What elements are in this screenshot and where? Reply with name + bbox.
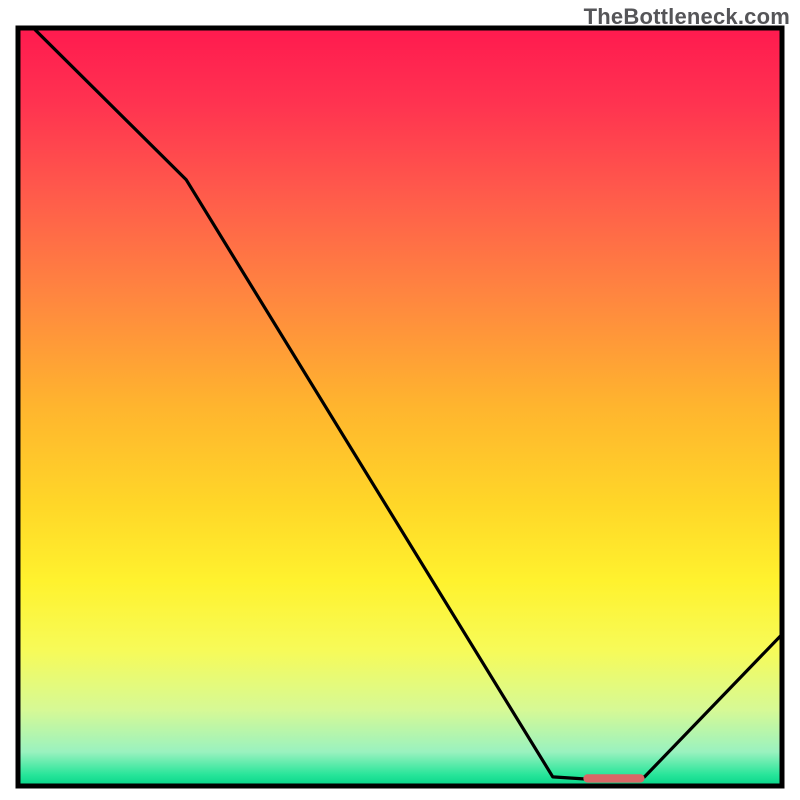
- bottleneck-chart: [0, 0, 800, 800]
- chart-background: [18, 28, 782, 786]
- optimal-range-marker: [583, 774, 644, 782]
- chart-container: TheBottleneck.com: [0, 0, 800, 800]
- watermark-text: TheBottleneck.com: [584, 4, 790, 30]
